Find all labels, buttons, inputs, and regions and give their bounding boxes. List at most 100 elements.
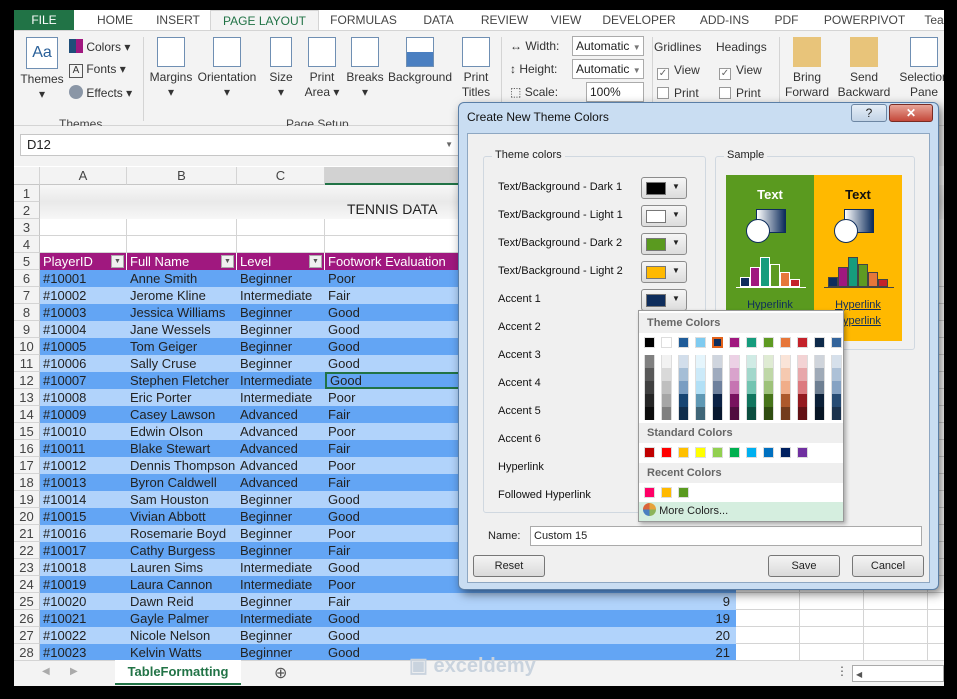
theme-shade-swatch[interactable] — [746, 355, 757, 368]
table-cell[interactable]: Laura Cannon — [127, 576, 237, 593]
breaks-button[interactable]: Breaks ▾ — [346, 37, 384, 100]
table-cell[interactable]: Intermediate — [237, 559, 325, 576]
theme-shade-swatch[interactable] — [763, 355, 774, 368]
tab-team[interactable]: Team — [919, 10, 944, 30]
theme-shade-swatch[interactable] — [763, 394, 774, 407]
theme-shade-swatch[interactable] — [746, 368, 757, 381]
color-picker-button[interactable]: ▼ — [641, 233, 687, 255]
print-area-button[interactable]: Print Area ▾ — [304, 37, 340, 100]
table-cell[interactable]: Intermediate — [237, 389, 325, 406]
theme-shade-swatch[interactable] — [661, 355, 672, 368]
colors-button[interactable]: Colors ▾ — [69, 39, 130, 54]
row-header[interactable]: 16 — [14, 440, 40, 457]
tab-home[interactable]: HOME — [84, 10, 146, 30]
theme-color-swatch[interactable] — [746, 337, 757, 348]
gridlines-view-checkbox[interactable]: ✓ View — [657, 63, 700, 80]
table-cell-number[interactable]: 9 — [654, 593, 734, 610]
standard-color-swatch[interactable] — [746, 447, 757, 458]
theme-shade-swatch[interactable] — [797, 394, 808, 407]
color-picker-button[interactable]: ▼ — [641, 205, 687, 227]
row-header[interactable]: 6 — [14, 270, 40, 287]
cell[interactable] — [928, 644, 944, 661]
theme-color-swatch[interactable] — [797, 337, 808, 348]
row-header[interactable]: 8 — [14, 304, 40, 321]
theme-shade-swatch[interactable] — [831, 394, 842, 407]
table-cell[interactable]: Beginner — [237, 644, 325, 661]
table-cell[interactable]: #10001 — [40, 270, 127, 287]
standard-color-swatch[interactable] — [729, 447, 740, 458]
row-header[interactable]: 26 — [14, 610, 40, 627]
standard-color-swatch[interactable] — [712, 447, 723, 458]
theme-shade-swatch[interactable] — [729, 368, 740, 381]
tab-data[interactable]: DATA — [408, 10, 469, 30]
table-cell[interactable]: Advanced — [237, 440, 325, 457]
table-cell[interactable]: Rosemarie Boyd — [127, 525, 237, 542]
table-cell[interactable]: Dawn Reid — [127, 593, 237, 610]
table-cell[interactable]: #10018 — [40, 559, 127, 576]
table-cell[interactable]: Beginner — [237, 508, 325, 525]
table-cell[interactable]: Eric Porter — [127, 389, 237, 406]
table-cell-number[interactable]: 19 — [654, 610, 734, 627]
scale-spinner[interactable]: 100% — [586, 82, 644, 102]
table-header-1[interactable]: Full Name ▼ — [127, 253, 237, 270]
standard-color-swatch[interactable] — [661, 447, 672, 458]
row-header[interactable]: 20 — [14, 508, 40, 525]
themes-button[interactable]: Aa Themes ▾ — [20, 37, 64, 102]
cell[interactable] — [736, 610, 800, 627]
color-picker-button[interactable]: ▼ — [641, 289, 687, 311]
cell[interactable] — [736, 644, 800, 661]
table-cell[interactable]: Jane Wessels — [127, 321, 237, 338]
theme-shade-swatch[interactable] — [814, 355, 825, 368]
theme-shade-swatch[interactable] — [729, 355, 740, 368]
tab-developer[interactable]: DEVELOPER — [592, 10, 686, 30]
table-cell[interactable]: Lauren Sims — [127, 559, 237, 576]
table-cell[interactable]: #10013 — [40, 474, 127, 491]
theme-shade-swatch[interactable] — [746, 407, 757, 420]
column-header-b[interactable]: B — [127, 167, 237, 185]
table-cell[interactable]: Intermediate — [237, 372, 325, 389]
scroll-left-icon[interactable]: ◀ — [42, 666, 50, 677]
theme-shade-swatch[interactable] — [695, 381, 706, 394]
standard-color-swatch[interactable] — [797, 447, 808, 458]
table-cell[interactable]: Advanced — [237, 423, 325, 440]
table-header-0[interactable]: PlayerID ▼ — [40, 253, 127, 270]
table-cell[interactable]: Beginner — [237, 491, 325, 508]
row-header[interactable]: 23 — [14, 559, 40, 576]
table-cell[interactable]: Advanced — [237, 457, 325, 474]
close-button[interactable]: ✕ — [889, 104, 933, 122]
table-cell[interactable]: Advanced — [237, 474, 325, 491]
table-cell[interactable]: #10009 — [40, 406, 127, 423]
theme-shade-swatch[interactable] — [797, 381, 808, 394]
table-cell[interactable]: Sam Houston — [127, 491, 237, 508]
cell[interactable] — [864, 593, 928, 610]
theme-shade-swatch[interactable] — [712, 368, 723, 381]
cell[interactable] — [736, 627, 800, 644]
table-cell[interactable]: #10004 — [40, 321, 127, 338]
table-cell[interactable]: #10002 — [40, 287, 127, 304]
table-cell[interactable]: Jessica Williams — [127, 304, 237, 321]
recent-color-swatch[interactable] — [678, 487, 689, 498]
table-cell-number[interactable]: 20 — [654, 627, 734, 644]
table-cell[interactable]: Anne Smith — [127, 270, 237, 287]
table-cell[interactable]: Beginner — [237, 355, 325, 372]
theme-shade-swatch[interactable] — [695, 368, 706, 381]
theme-shade-swatch[interactable] — [831, 381, 842, 394]
theme-color-swatch[interactable] — [661, 337, 672, 348]
theme-shade-swatch[interactable] — [746, 394, 757, 407]
theme-shade-swatch[interactable] — [678, 394, 689, 407]
theme-shade-swatch[interactable] — [661, 381, 672, 394]
theme-shade-swatch[interactable] — [763, 407, 774, 420]
orientation-button[interactable]: Orientation ▾ — [196, 37, 258, 100]
save-button[interactable]: Save — [768, 555, 840, 577]
table-header-2[interactable]: Level ▼ — [237, 253, 325, 270]
row-header[interactable]: 5 — [14, 253, 40, 270]
table-cell[interactable]: Beginner — [237, 338, 325, 355]
table-cell[interactable]: Casey Lawson — [127, 406, 237, 423]
row-header[interactable]: 17 — [14, 457, 40, 474]
chevron-down-icon[interactable]: ▼ — [445, 135, 453, 155]
tab-add-ins[interactable]: ADD-INS — [686, 10, 763, 30]
theme-shade-swatch[interactable] — [678, 355, 689, 368]
theme-shade-swatch[interactable] — [678, 368, 689, 381]
theme-shade-swatch[interactable] — [780, 381, 791, 394]
scroll-right-icon[interactable]: ▶ — [70, 666, 78, 677]
